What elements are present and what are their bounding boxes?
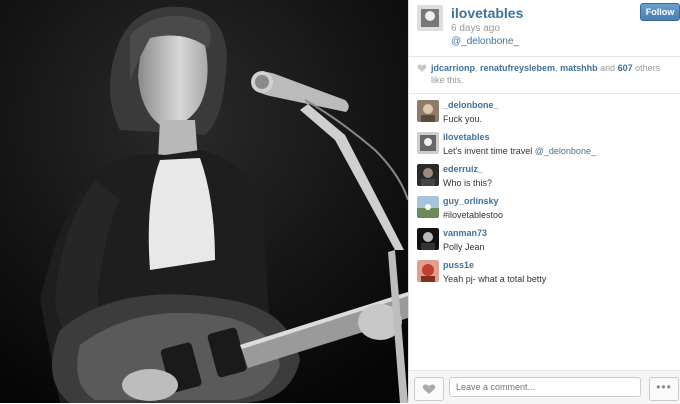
commenter-avatar[interactable] — [417, 196, 439, 218]
commenter-avatar[interactable] — [417, 260, 439, 282]
comment-username[interactable]: guy_orlinsky — [443, 196, 499, 206]
post-photo[interactable] — [0, 0, 408, 403]
more-options-button[interactable]: ••• — [649, 377, 679, 401]
like-button[interactable] — [414, 377, 444, 401]
commenter-avatar[interactable] — [417, 100, 439, 122]
liker-link[interactable]: matshhb — [560, 63, 598, 73]
liker-link[interactable]: renatufreyslebem — [480, 63, 555, 73]
mention-link[interactable]: @_delonbone_ — [535, 146, 596, 156]
likes-count[interactable]: 607 — [618, 63, 633, 73]
comment-bar: ••• — [409, 370, 680, 404]
owner-username[interactable]: ilovetables — [451, 5, 523, 21]
heart-icon — [422, 384, 436, 394]
comment-text: Fuck you. — [443, 114, 483, 124]
list-item: ilovetables Let's invent time travel @_d… — [409, 128, 680, 160]
comment-username[interactable]: ederruiz_ — [443, 164, 483, 174]
likes-text: jdcarrionp, renatufreyslebem, matshhb an… — [431, 63, 661, 85]
post-details-panel: ilovetables 6 days ago @_delonbone_ Foll… — [408, 0, 680, 404]
list-item: guy_orlinsky #ilovetablestoo — [409, 192, 680, 224]
comment-text: Let's invent time travel @_delonbone_ — [443, 146, 596, 156]
post-header: ilovetables 6 days ago @_delonbone_ Foll… — [409, 0, 680, 57]
commenter-avatar[interactable] — [417, 164, 439, 186]
tagged-user-link[interactable]: @_delonbone_ — [451, 36, 519, 47]
comment-username[interactable]: _delonbone_ — [443, 100, 499, 110]
likes-summary: jdcarrionp, renatufreyslebem, matshhb an… — [409, 57, 680, 94]
list-item: vanman73 Polly Jean — [409, 224, 680, 256]
commenter-avatar[interactable] — [417, 132, 439, 154]
list-item: puss1e Yeah pj- what a total betty — [409, 256, 680, 288]
comment-text: #ilovetablestoo — [443, 210, 504, 220]
follow-button[interactable]: Follow — [640, 3, 680, 21]
comment-username[interactable]: puss1e — [443, 260, 474, 270]
heart-icon — [417, 64, 427, 72]
post-timestamp: 6 days ago — [451, 23, 500, 34]
owner-avatar[interactable] — [417, 5, 443, 31]
commenter-avatar[interactable] — [417, 228, 439, 250]
comment-text: Polly Jean — [443, 242, 485, 252]
comment-username[interactable]: ilovetables — [443, 132, 490, 142]
list-item: ederruiz_ Who is this? — [409, 160, 680, 192]
comment-text: Yeah pj- what a total betty — [443, 274, 547, 284]
comment-username[interactable]: vanman73 — [443, 228, 487, 238]
comments-list: _delonbone_ Fuck you. ilovetables Let's … — [409, 96, 680, 288]
comment-input[interactable] — [449, 377, 641, 397]
list-item: _delonbone_ Fuck you. — [409, 96, 680, 128]
comment-text: Who is this? — [443, 178, 493, 188]
liker-link[interactable]: jdcarrionp — [431, 63, 475, 73]
